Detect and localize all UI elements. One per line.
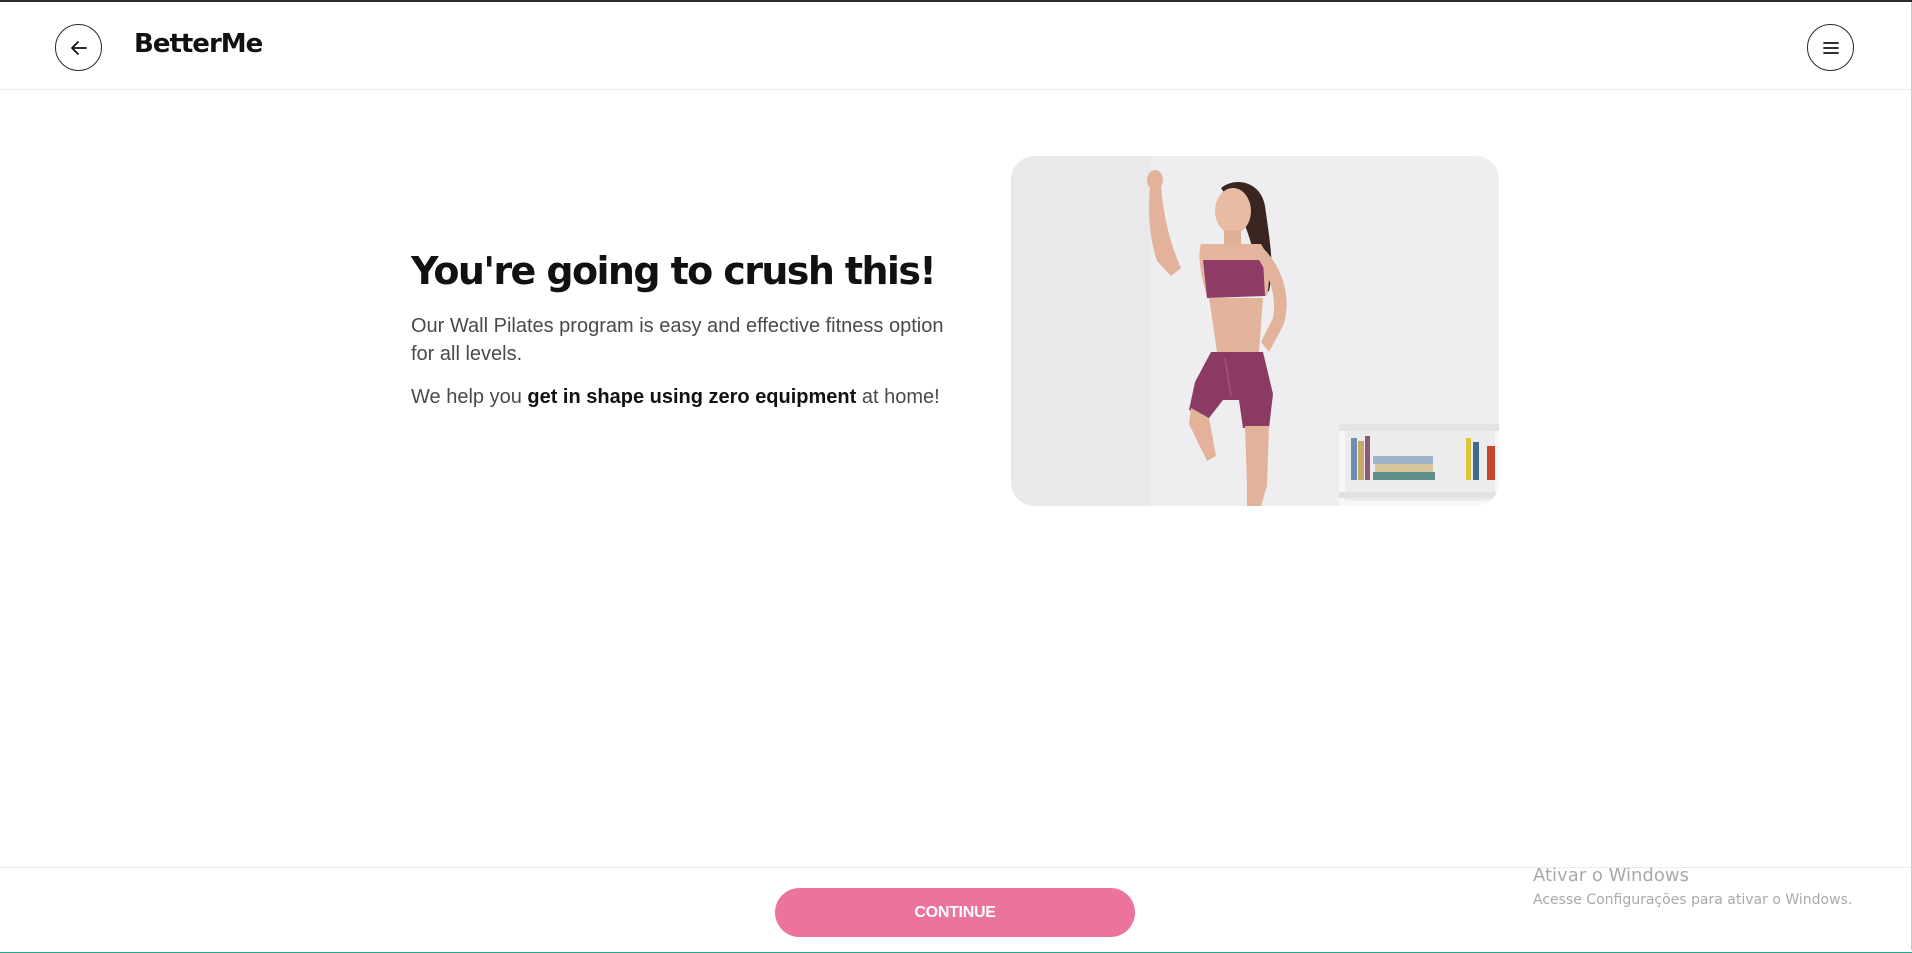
activation-title: Ativar o Windows xyxy=(1533,865,1689,886)
continue-button[interactable]: CONTINUE xyxy=(775,888,1135,937)
hamburger-menu-icon xyxy=(1822,41,1839,54)
benefit-text-after: at home! xyxy=(856,386,940,408)
benefit-text-before: We help you xyxy=(411,386,528,408)
hero-image xyxy=(1011,156,1499,506)
logo[interactable]: BetterMe xyxy=(134,29,263,59)
woman-wall-pilates-illustration xyxy=(1011,156,1499,506)
benefit-text: We help you get in shape using zero equi… xyxy=(411,383,971,411)
top-bar: BetterMe xyxy=(0,2,1912,90)
benefit-text-highlight: get in shape using zero equipment xyxy=(527,386,857,408)
page-title: You're going to crush this! xyxy=(411,249,937,293)
arrow-left-icon xyxy=(70,40,87,55)
back-button[interactable] xyxy=(55,24,102,71)
menu-button[interactable] xyxy=(1807,24,1854,71)
activation-subtitle: Acesse Configurações para ativar o Windo… xyxy=(1533,892,1853,908)
page-frame: BetterMe You're going to crush this! Our… xyxy=(0,0,1912,953)
windows-activation-watermark: Ativar o Windows Acesse Configurações pa… xyxy=(1533,864,1852,910)
description-text: Our Wall Pilates program is easy and eff… xyxy=(411,315,944,365)
